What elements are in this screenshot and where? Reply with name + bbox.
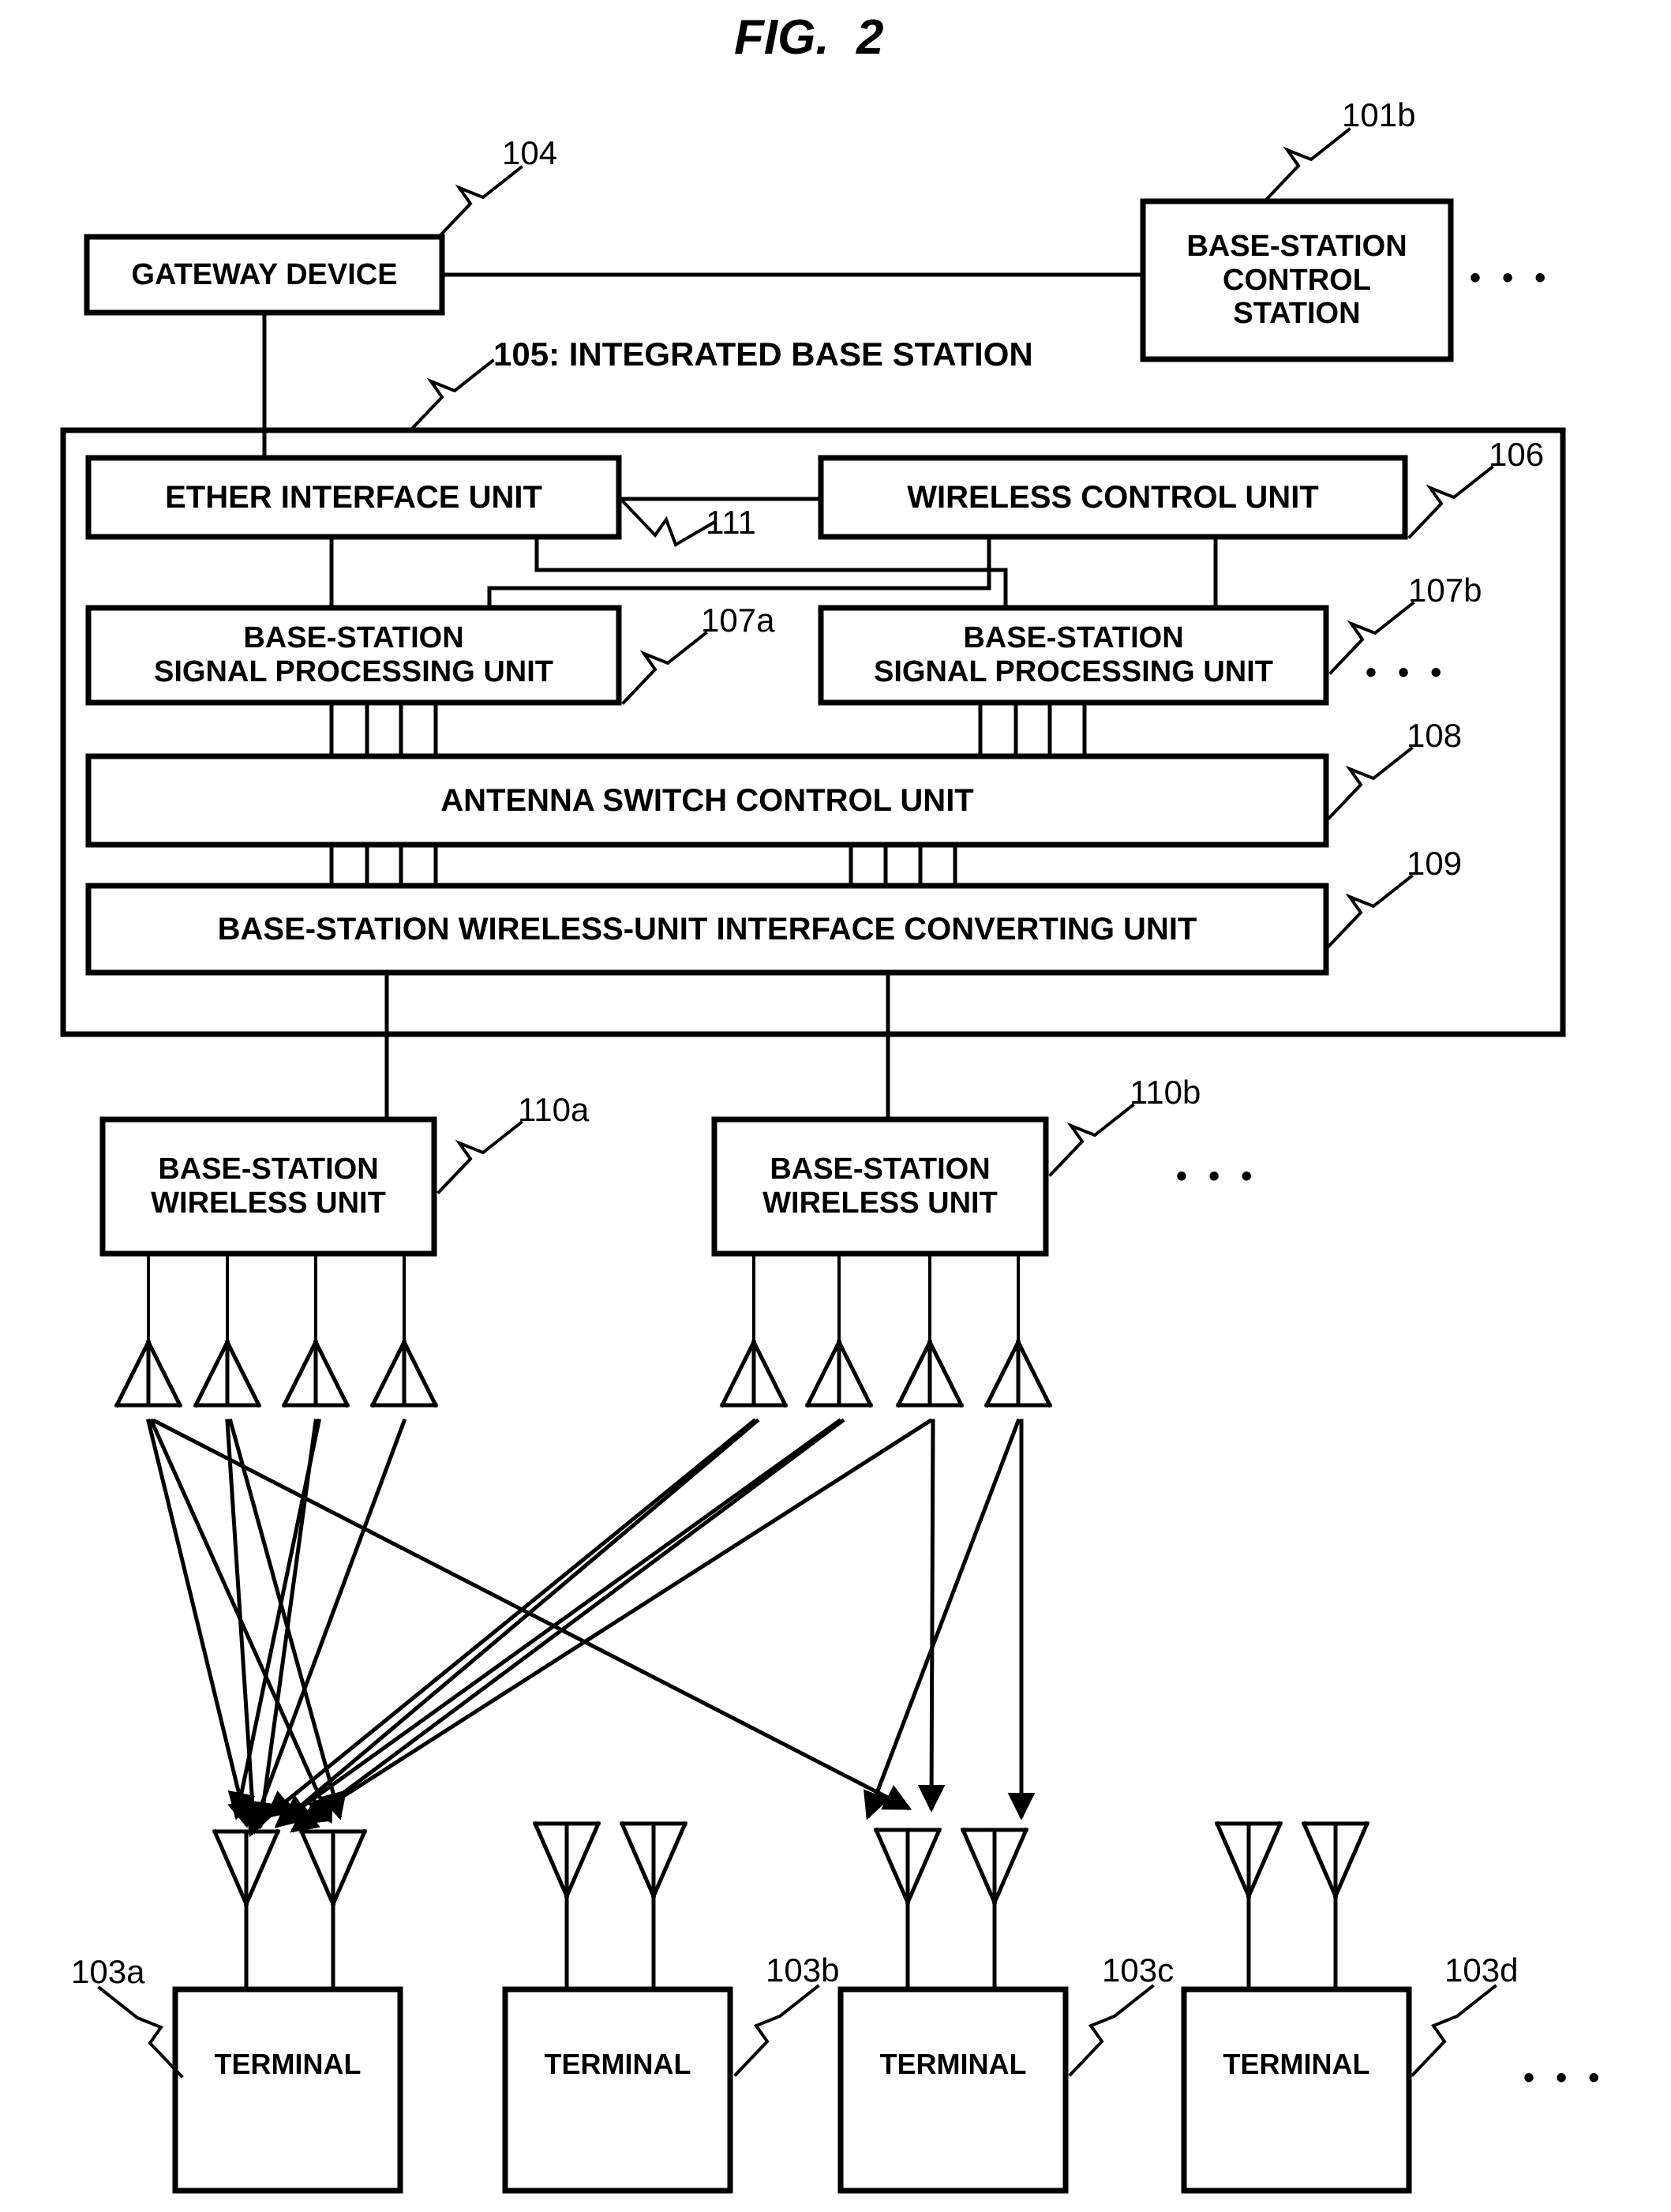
interface-converting-unit-box xyxy=(85,883,1329,976)
ellipsis-wireless-unit-row: • • • xyxy=(1176,1159,1259,1194)
terminal-antenna-a2 xyxy=(298,1828,368,1992)
terminal-d-box xyxy=(1181,1986,1412,2194)
ref-104: 104 xyxy=(502,134,558,171)
leader-107a xyxy=(621,631,708,705)
bs-antenna-b3 xyxy=(895,1339,965,1408)
ref-103b: 103b xyxy=(766,1951,840,1989)
base-station-wireless-unit-b-box xyxy=(711,1116,1049,1257)
bs-antenna-a1 xyxy=(114,1339,183,1408)
ref-101b: 101b xyxy=(1342,96,1416,133)
leader-103c xyxy=(1068,1984,1155,2077)
base-station-signal-processing-unit-a-box xyxy=(85,605,622,706)
leader-104 xyxy=(436,165,523,239)
terminal-antenna-b2 xyxy=(619,1820,688,1992)
integrated-base-station-caption: 105: INTEGRATED BASE STATION xyxy=(493,336,1033,373)
leader-105 xyxy=(408,358,495,433)
terminal-a-box xyxy=(172,1986,403,2194)
ref-107a: 107a xyxy=(701,602,775,639)
beam-b2-to-103a-2 xyxy=(290,1418,845,1833)
terminal-antenna-d1 xyxy=(1214,1820,1283,1992)
bs-antenna-b2 xyxy=(804,1339,874,1408)
integrated-base-station-frame xyxy=(60,427,1566,1037)
leader-106 xyxy=(1407,465,1494,539)
base-station-wireless-unit-a-box xyxy=(99,1116,437,1257)
ref-103d: 103d xyxy=(1444,1951,1519,1989)
bs-antenna-b1 xyxy=(719,1339,789,1408)
ref-111: 111 xyxy=(706,504,756,541)
ref-106: 106 xyxy=(1489,436,1545,473)
ref-103a: 103a xyxy=(71,1953,145,1990)
link-wireless-control-to-spu-a xyxy=(487,534,991,610)
ref-107b: 107b xyxy=(1408,572,1482,609)
leader-103a xyxy=(97,1985,184,2079)
terminal-antenna-d2 xyxy=(1301,1820,1370,1992)
ref-110b: 110b xyxy=(1130,1074,1201,1111)
beam-b4-to-103c-1 xyxy=(864,1418,1021,1820)
beam-a2-to-103a-2 xyxy=(227,1418,347,1820)
leader-101b xyxy=(1264,127,1351,201)
leader-103b xyxy=(733,1984,820,2077)
beam-b1-to-103a-1 xyxy=(264,1418,757,1819)
beam-b1-to-103a-2 xyxy=(274,1418,760,1828)
ref-108: 108 xyxy=(1407,717,1463,754)
ref-109: 109 xyxy=(1407,845,1463,882)
bs-antenna-a2 xyxy=(193,1339,262,1408)
antenna-switch-control-unit-box xyxy=(85,753,1329,848)
figure-page: FIG. 2 GATEWAY DEVICE BASE-STATION CONTR… xyxy=(0,0,1671,2212)
ellipsis-control-station-row: • • • xyxy=(1470,261,1553,295)
diagram-canvas xyxy=(60,127,1566,2194)
ellipsis-terminal-row: • • • xyxy=(1523,2060,1606,2095)
ref-110a: 110a xyxy=(518,1091,590,1128)
leader-110b xyxy=(1048,1103,1135,1177)
leader-108 xyxy=(1327,746,1414,820)
bs-antenna-a3 xyxy=(281,1339,350,1408)
beam-b3-to-103a xyxy=(299,1418,933,1825)
leader-111 xyxy=(621,500,716,547)
ref-103c: 103c xyxy=(1102,1951,1175,1989)
terminal-antenna-c2 xyxy=(960,1827,1029,1992)
base-station-control-station-box xyxy=(1140,198,1454,362)
ellipsis-signal-processing-row: • • • xyxy=(1366,655,1448,690)
wireless-control-unit-box xyxy=(818,455,1408,540)
link-ether-to-spu-b xyxy=(534,534,1008,610)
leader-110a xyxy=(436,1120,523,1194)
terminal-antenna-c1 xyxy=(873,1827,942,1992)
bs-antenna-b4 xyxy=(983,1339,1053,1408)
terminal-b-box xyxy=(502,1986,733,2194)
gateway-device-box xyxy=(84,234,445,316)
leader-103d xyxy=(1411,1984,1497,2077)
beam-a1-to-103c-1 xyxy=(152,1418,912,1811)
base-station-signal-processing-unit-b-box xyxy=(818,605,1329,706)
terminal-antenna-b1 xyxy=(532,1820,601,1992)
terminal-c-box xyxy=(837,1986,1069,2194)
bs-antenna-a4 xyxy=(369,1339,439,1408)
beam-b3-to-103c xyxy=(917,1419,946,1813)
ether-interface-unit-box xyxy=(85,455,622,540)
leader-109 xyxy=(1327,874,1414,948)
terminal-antenna-a1 xyxy=(212,1828,281,1992)
beam-b2-to-103a-1 xyxy=(280,1418,842,1823)
